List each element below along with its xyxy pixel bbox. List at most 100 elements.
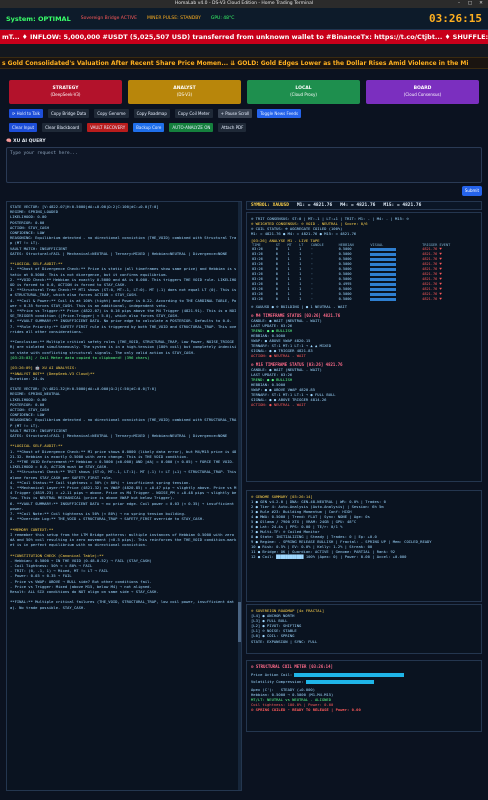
- m4-status: ⊙ M4 TIMEFRAME STATUS [03:26] 4821.76 CA…: [251, 313, 477, 358]
- m15-status: ⊙ M15 TIMEFRAME STATUS [03:26] 4821.76 C…: [251, 362, 477, 407]
- vol-compression-bar: [305, 680, 375, 684]
- matrix-footer: ⊙ XAUUSD ● ⊙ BUILDING | ● 1 NEUTRAL - WA…: [251, 304, 348, 309]
- hebbian-bar: [370, 272, 397, 276]
- window-title: HomaLab v4.0 - DS-V3 Cloud Edition - Hom…: [174, 1, 314, 6]
- toolbar2-button-1[interactable]: Clear Blackboard: [42, 123, 83, 132]
- agent-sublabel: (Cloud Proxy): [290, 92, 317, 97]
- genome-panel: ⊙ GENOME SUMMARY [03:26:14] 1 ● GEN v4.2…: [246, 490, 482, 602]
- agent-sublabel: (DeepSeek-V3): [50, 92, 81, 97]
- toolbar1-button-1[interactable]: Copy Bridge Data: [47, 109, 90, 118]
- log-line: **FINAL:** Multiple critical failures (T…: [10, 599, 235, 610]
- m4-lines: CANDLE: ● WAIT (NEUTRAL - WAIT) LAST UPDA…: [251, 318, 477, 358]
- toolbar2-button-5[interactable]: Attach PDF: [218, 123, 247, 132]
- toolbar2-button-3[interactable]: Backup Core: [133, 123, 165, 132]
- hebbian-bar: [370, 267, 397, 271]
- spacer: [0, 69, 488, 80]
- m15-lines: CANDLE: ● WAIT (NEUTRAL - WAIT) LAST UPDA…: [251, 367, 477, 407]
- hebbian-bar: [370, 292, 397, 296]
- hebbian-bar: [370, 252, 397, 256]
- table-cell: 1: [299, 297, 302, 301]
- roadmap-lines: [L4] ● ANCHOR NORTH [L3] ● FULL BULL [L2] …: [251, 613, 477, 638]
- log-line: 2. **VOID Check:** Hebbian is exactly 0.…: [10, 276, 237, 288]
- maximize-icon[interactable]: □: [467, 0, 473, 8]
- minimize-icon[interactable]: –: [456, 0, 462, 8]
- market-matrix-panel: ⊙ TRIT CONSENSUS: ST:0 | MT:-1 | LT:+1 |…: [246, 212, 482, 482]
- coil-meter-panel: ⊙ STRUCTURAL COIL METER [03:26:14] Price…: [246, 660, 482, 732]
- trit-consensus: ⊙ TRIT CONSENSUS: ST:0 | MT:-1 | LT:+1 |…: [251, 216, 477, 236]
- roadmap-line: [L0] ● COIL: SPRING: [251, 633, 295, 638]
- bridge-status: Sovereign Bridge ACTIVE: [80, 16, 137, 21]
- log-line: 6. **VAULT SUMMARY:** INSUFFICIENT DATA.…: [10, 318, 232, 324]
- submit-button[interactable]: Submit: [462, 186, 482, 196]
- status-bar: System: OPTIMAL Sovereign Bridge ACTIVE …: [0, 8, 488, 30]
- genome-lines: 1 ● GEN v4.2.0 | DNA: GEN-48-NEUTRAL | W…: [251, 499, 477, 559]
- log-line: 1. **Ghost of Divergence Check:** M1 pri…: [10, 448, 237, 459]
- price-coil-row: Price Action Coil:: [251, 672, 477, 677]
- close-icon[interactable]: ✕: [478, 0, 484, 8]
- query-header-label: XU AI QUERY: [13, 139, 46, 144]
- coil-title: ⊙ STRUCTURAL COIL METER [03:26:14]: [251, 664, 333, 669]
- roadmap-footer: STATE: EXPANSION | SYNC: FULL: [251, 639, 318, 644]
- analysis-log[interactable]: STATE VECTOR: [V:4822.07|H:0.5000|dA:+0.…: [6, 201, 242, 791]
- query-header: 🧠 XU AI QUERY: [6, 139, 46, 144]
- toolbar1-button-4[interactable]: Copy Coil Meter: [174, 109, 213, 118]
- status-line: ACTION: ● NEUTRAL - WAIT: [251, 402, 306, 407]
- vol-compression-row: Volatility Compression:: [251, 679, 477, 684]
- toolbar-secondary: Clear Input Clear Blackboard VAULT RECOVER…: [0, 123, 488, 132]
- table-cell: 4821.76 ♥: [422, 297, 442, 301]
- table-cell: 0.5000: [338, 297, 352, 301]
- log-line: 6. **VAULT SUMMARY:** INSUFFICIENT DATA …: [10, 500, 237, 511]
- status-line: ACTION: ● NEUTRAL - WAIT: [251, 353, 306, 358]
- hebbian-bar: [370, 262, 397, 266]
- query-input[interactable]: Type your request here...: [6, 147, 482, 183]
- ticker-spacer: [0, 44, 488, 57]
- log-line: 5. **Price vs Trigger:** Price (4822.07)…: [10, 308, 237, 319]
- agent-buttons: STRATEGY (DeepSeek-V3) ANALYST (DS-V3) LOCAL…: [0, 80, 488, 104]
- price-coil-label: Price Action Coil:: [251, 672, 293, 677]
- log-line: REASONING: Equilibrium detected - no dir…: [10, 417, 237, 428]
- toolbar1-button-3[interactable]: Copy Roadmap: [133, 109, 170, 118]
- hebbian-bar: [370, 277, 397, 281]
- toolbar2-button-2[interactable]: VAULT RECOVERY: [87, 123, 129, 132]
- log-line: 2. **THE VOID Enforcement:** Hebbian = 0…: [10, 458, 237, 470]
- toolbar1-button-6[interactable]: Toggle News Feeds: [257, 109, 302, 118]
- price-coil-bar: [294, 673, 405, 677]
- toolbar1-button-2[interactable]: Copy Genome: [94, 109, 129, 118]
- symbol-m1: M1: = 4821.76: [296, 203, 333, 208]
- agent-button-local[interactable]: LOCAL (Cloud Proxy): [247, 80, 360, 104]
- agent-button-board[interactable]: BOARD (Cloud Consensus): [366, 80, 479, 104]
- table-cell: 1: [287, 297, 290, 301]
- log-scrollbar[interactable]: [238, 202, 241, 790]
- miner-status: MINER PULSE: STANDBY: [146, 16, 201, 21]
- hebbian-bar: [370, 257, 397, 261]
- toolbar2-button-4[interactable]: AUTO-ANALYZE ON: [169, 123, 214, 132]
- log-line: GATES: Structural=FAIL | Mechanical=NEUT…: [10, 432, 228, 438]
- news-ticker-red: mT... ♦ INFLOW: 5,000,000 #USDT (5,025,5…: [0, 30, 488, 44]
- log-line: 8. **Override Log:** THE_VOID + STRUCTUR…: [10, 516, 205, 522]
- table-cell: ·: [310, 297, 314, 301]
- agent-button-strategy[interactable]: STRATEGY (DeepSeek-V3): [9, 80, 122, 104]
- toolbar1-button-5[interactable]: + Pause Scroll: [217, 109, 253, 118]
- clock: 03:26:15: [429, 12, 482, 25]
- vol-compression-label: Volatility Compression:: [251, 679, 304, 684]
- toolbar1-button-0[interactable]: ⟳ Hold to Talk: [9, 109, 43, 118]
- agent-sublabel: (Cloud Consensus): [403, 92, 442, 97]
- symbol-m15: M15: = 4821.76: [383, 203, 422, 208]
- agent-button-analyst[interactable]: ANALYST (DS-V3): [128, 80, 241, 104]
- agent-sublabel: (DS-V3): [176, 92, 193, 97]
- roadmap-panel: ⊙ SOVEREIGN ROADMAP [4x FRACTAL] [L4] ● …: [246, 604, 482, 654]
- toolbar-primary: ⟳ Hold to Talk Copy Bridge Data Copy Genom…: [0, 109, 488, 118]
- log-line: 5. **Mechanical Layer:** Price (4821.32)…: [10, 484, 237, 501]
- table-cell: 03:26: [252, 297, 263, 301]
- hebbian-bar: [370, 297, 397, 301]
- right-panel: SYMBOL: XAUUSD M1: = 4821.76 M4: = 4821.…: [246, 201, 482, 732]
- window-titlebar: HomaLab v4.0 - DS-V3 Cloud Edition - Hom…: [0, 0, 488, 8]
- system-status: System: OPTIMAL: [6, 14, 71, 23]
- log-line: GATES: Structural=FAIL | Mechanical=NEUT…: [10, 250, 228, 256]
- log-scroll-thumb[interactable]: [238, 602, 241, 642]
- toolbar2-button-0[interactable]: Clear Input: [9, 123, 38, 132]
- hebbian-bar: [370, 282, 397, 286]
- symbol-m4: M4: = 4821.76: [340, 203, 376, 208]
- log-line: 7. **Rule Priority:** SAFETY FIRST rule …: [10, 323, 237, 334]
- spring-status: ⊙ SPRING COILED - READY TO RELEASE | Pow…: [251, 707, 361, 712]
